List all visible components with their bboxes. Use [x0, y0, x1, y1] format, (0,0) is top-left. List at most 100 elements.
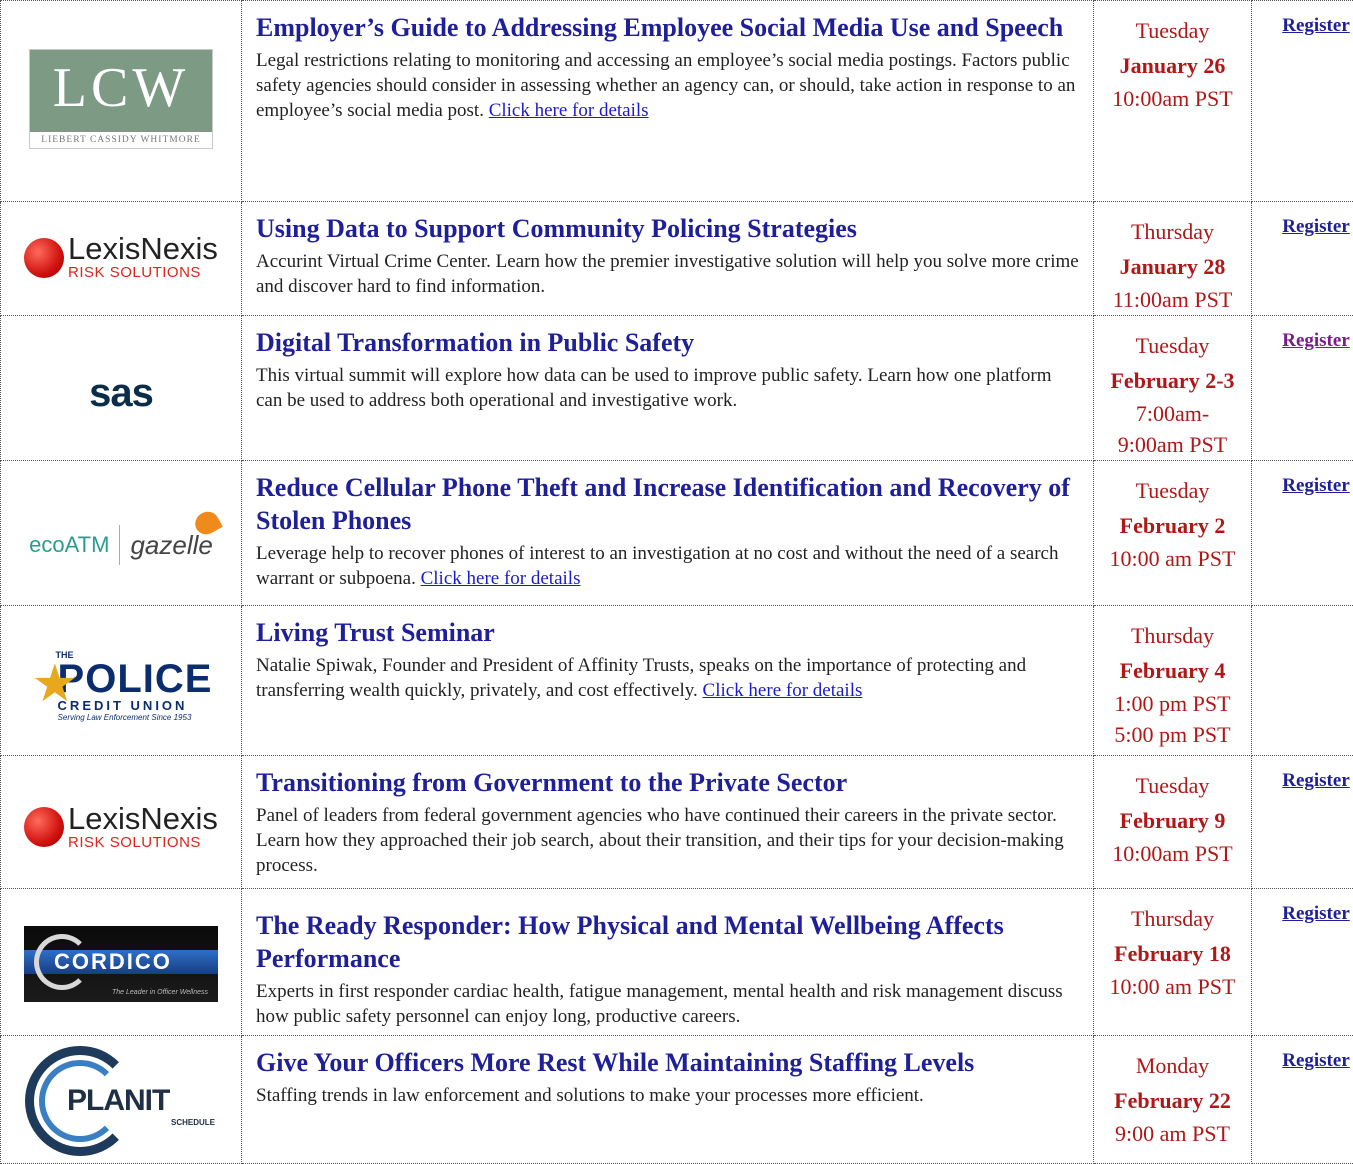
lexisnexis-logo: LexisNexis RISK SOLUTIONS	[24, 234, 218, 281]
police-credit-union-logo: ★ THE POLICE CREDIT UNION Serving Law En…	[30, 650, 213, 722]
event-time: 5:00 pm PST	[1094, 719, 1251, 750]
register-link[interactable]: Register	[1282, 15, 1350, 36]
event-description-cell: Give Your Officers More Rest While Maint…	[242, 1036, 1094, 1164]
logo-cell: PLANIT SCHEDULE	[1, 1036, 242, 1164]
event-date: February 9	[1094, 803, 1251, 838]
event-body: Accurint Virtual Crime Center. Learn how…	[256, 249, 1081, 299]
event-day: Thursday	[1094, 901, 1251, 936]
event-when-cell: Thursday February 18 10:00 am PST	[1094, 889, 1252, 1036]
register-link[interactable]: Register	[1282, 1050, 1350, 1071]
register-cell: Register	[1252, 756, 1353, 889]
event-description-cell: Using Data to Support Community Policing…	[242, 202, 1094, 316]
event-when-cell: Tuesday February 9 10:00am PST	[1094, 756, 1252, 889]
event-time: 10:00 am PST	[1094, 971, 1251, 1002]
event-day: Thursday	[1094, 618, 1251, 653]
event-day: Monday	[1094, 1048, 1251, 1083]
register-cell: Register	[1252, 461, 1353, 606]
event-date: February 2	[1094, 508, 1251, 543]
event-title: Transitioning from Government to the Pri…	[256, 766, 1081, 799]
planit-schedule-logo: PLANIT SCHEDULE	[21, 1046, 221, 1156]
event-body: Panel of leaders from federal government…	[256, 803, 1081, 878]
logo-cell: LexisNexis RISK SOLUTIONS	[1, 202, 242, 316]
register-link[interactable]: Register	[1282, 903, 1350, 924]
event-description-cell: The Ready Responder: How Physical and Me…	[242, 889, 1094, 1036]
event-time: 9:00am PST	[1094, 429, 1251, 460]
event-row: LexisNexis RISK SOLUTIONS Transitioning …	[1, 756, 1353, 889]
event-day: Thursday	[1094, 214, 1251, 249]
event-when-cell: Thursday January 28 11:00am PST	[1094, 202, 1252, 316]
lexisnexis-logo: LexisNexis RISK SOLUTIONS	[24, 804, 218, 851]
event-title: The Ready Responder: How Physical and Me…	[256, 909, 1081, 975]
ecoatm-gazelle-logo: ecoATM gazelle	[29, 525, 213, 565]
event-date: February 18	[1094, 936, 1251, 971]
event-row: LCW LIEBERT CASSIDY WHITMORE Employer’s …	[1, 1, 1353, 202]
register-link[interactable]: Register	[1282, 770, 1350, 791]
event-row: sas Digital Transformation in Public Saf…	[1, 316, 1353, 461]
event-when-cell: Monday February 22 9:00 am PST	[1094, 1036, 1252, 1164]
register-cell: Register	[1252, 889, 1353, 1036]
event-description-cell: Transitioning from Government to the Pri…	[242, 756, 1094, 889]
logo-cell: LCW LIEBERT CASSIDY WHITMORE	[1, 1, 242, 202]
event-date: January 26	[1094, 48, 1251, 83]
register-link[interactable]: Register	[1282, 216, 1350, 237]
event-date: January 28	[1094, 249, 1251, 284]
logo-cell: ecoATM gazelle	[1, 461, 242, 606]
logo-cell: sas	[1, 316, 242, 461]
logo-cell: ★ THE POLICE CREDIT UNION Serving Law En…	[1, 606, 242, 756]
event-date: February 4	[1094, 653, 1251, 688]
event-time: 11:00am PST	[1094, 284, 1251, 315]
event-time: 10:00 am PST	[1094, 543, 1251, 574]
event-when-cell: Tuesday February 2 10:00 am PST	[1094, 461, 1252, 606]
logo-cell: LexisNexis RISK SOLUTIONS	[1, 756, 242, 889]
event-description-cell: Reduce Cellular Phone Theft and Increase…	[242, 461, 1094, 606]
event-title: Using Data to Support Community Policing…	[256, 212, 1081, 245]
event-time: 10:00am PST	[1094, 838, 1251, 869]
event-row: ecoATM gazelle Reduce Cellular Phone The…	[1, 461, 1353, 606]
details-link[interactable]: Click here for details	[703, 680, 863, 701]
event-time: 10:00am PST	[1094, 83, 1251, 114]
event-date: February 22	[1094, 1083, 1251, 1118]
cordico-logo: CORDICO The Leader in Officer Wellness	[24, 926, 218, 1002]
event-day: Tuesday	[1094, 473, 1251, 508]
event-title: Digital Transformation in Public Safety	[256, 326, 1081, 359]
event-description-cell: Employer’s Guide to Addressing Employee …	[242, 1, 1094, 202]
event-body: Leverage help to recover phones of inter…	[256, 541, 1081, 591]
register-cell: Register	[1252, 202, 1353, 316]
lcw-logo: LCW LIEBERT CASSIDY WHITMORE	[29, 49, 213, 149]
event-body: Legal restrictions relating to monitorin…	[256, 48, 1081, 123]
event-body: Experts in first responder cardiac healt…	[256, 979, 1081, 1029]
event-description-cell: Living Trust Seminar Natalie Spiwak, Fou…	[242, 606, 1094, 756]
register-cell: Register	[1252, 1036, 1353, 1164]
event-day: Tuesday	[1094, 328, 1251, 363]
event-when-cell: Tuesday February 2-3 7:00am- 9:00am PST	[1094, 316, 1252, 461]
event-row: LexisNexis RISK SOLUTIONS Using Data to …	[1, 202, 1353, 316]
logo-cell: CORDICO The Leader in Officer Wellness	[1, 889, 242, 1036]
register-link[interactable]: Register	[1282, 330, 1350, 351]
event-title: Reduce Cellular Phone Theft and Increase…	[256, 471, 1081, 537]
event-row: CORDICO The Leader in Officer Wellness T…	[1, 889, 1353, 1036]
badge-star-icon: ★	[32, 658, 79, 710]
event-date: February 2-3	[1094, 363, 1251, 398]
event-title: Employer’s Guide to Addressing Employee …	[256, 11, 1081, 44]
details-link[interactable]: Click here for details	[421, 568, 581, 589]
event-body: Natalie Spiwak, Founder and President of…	[256, 653, 1081, 703]
event-description-cell: Digital Transformation in Public Safety …	[242, 316, 1094, 461]
event-time: 1:00 pm PST	[1094, 688, 1251, 719]
lexisnexis-ball-icon	[24, 807, 64, 847]
sas-logo: sas	[1, 371, 241, 416]
event-time: 9:00 am PST	[1094, 1118, 1251, 1149]
register-cell: Register	[1252, 1, 1353, 202]
event-day: Tuesday	[1094, 768, 1251, 803]
event-row: PLANIT SCHEDULE Give Your Officers More …	[1, 1036, 1353, 1164]
event-time: 7:00am-	[1094, 398, 1251, 429]
event-when-cell: Thursday February 4 1:00 pm PST 5:00 pm …	[1094, 606, 1252, 756]
register-cell	[1252, 606, 1353, 756]
event-title: Living Trust Seminar	[256, 616, 1081, 649]
event-title: Give Your Officers More Rest While Maint…	[256, 1046, 1081, 1079]
register-cell: Register	[1252, 316, 1353, 461]
event-row: ★ THE POLICE CREDIT UNION Serving Law En…	[1, 606, 1353, 756]
events-table: LCW LIEBERT CASSIDY WHITMORE Employer’s …	[0, 0, 1353, 1164]
details-link[interactable]: Click here for details	[489, 100, 649, 121]
event-day: Tuesday	[1094, 13, 1251, 48]
register-link[interactable]: Register	[1282, 475, 1350, 496]
